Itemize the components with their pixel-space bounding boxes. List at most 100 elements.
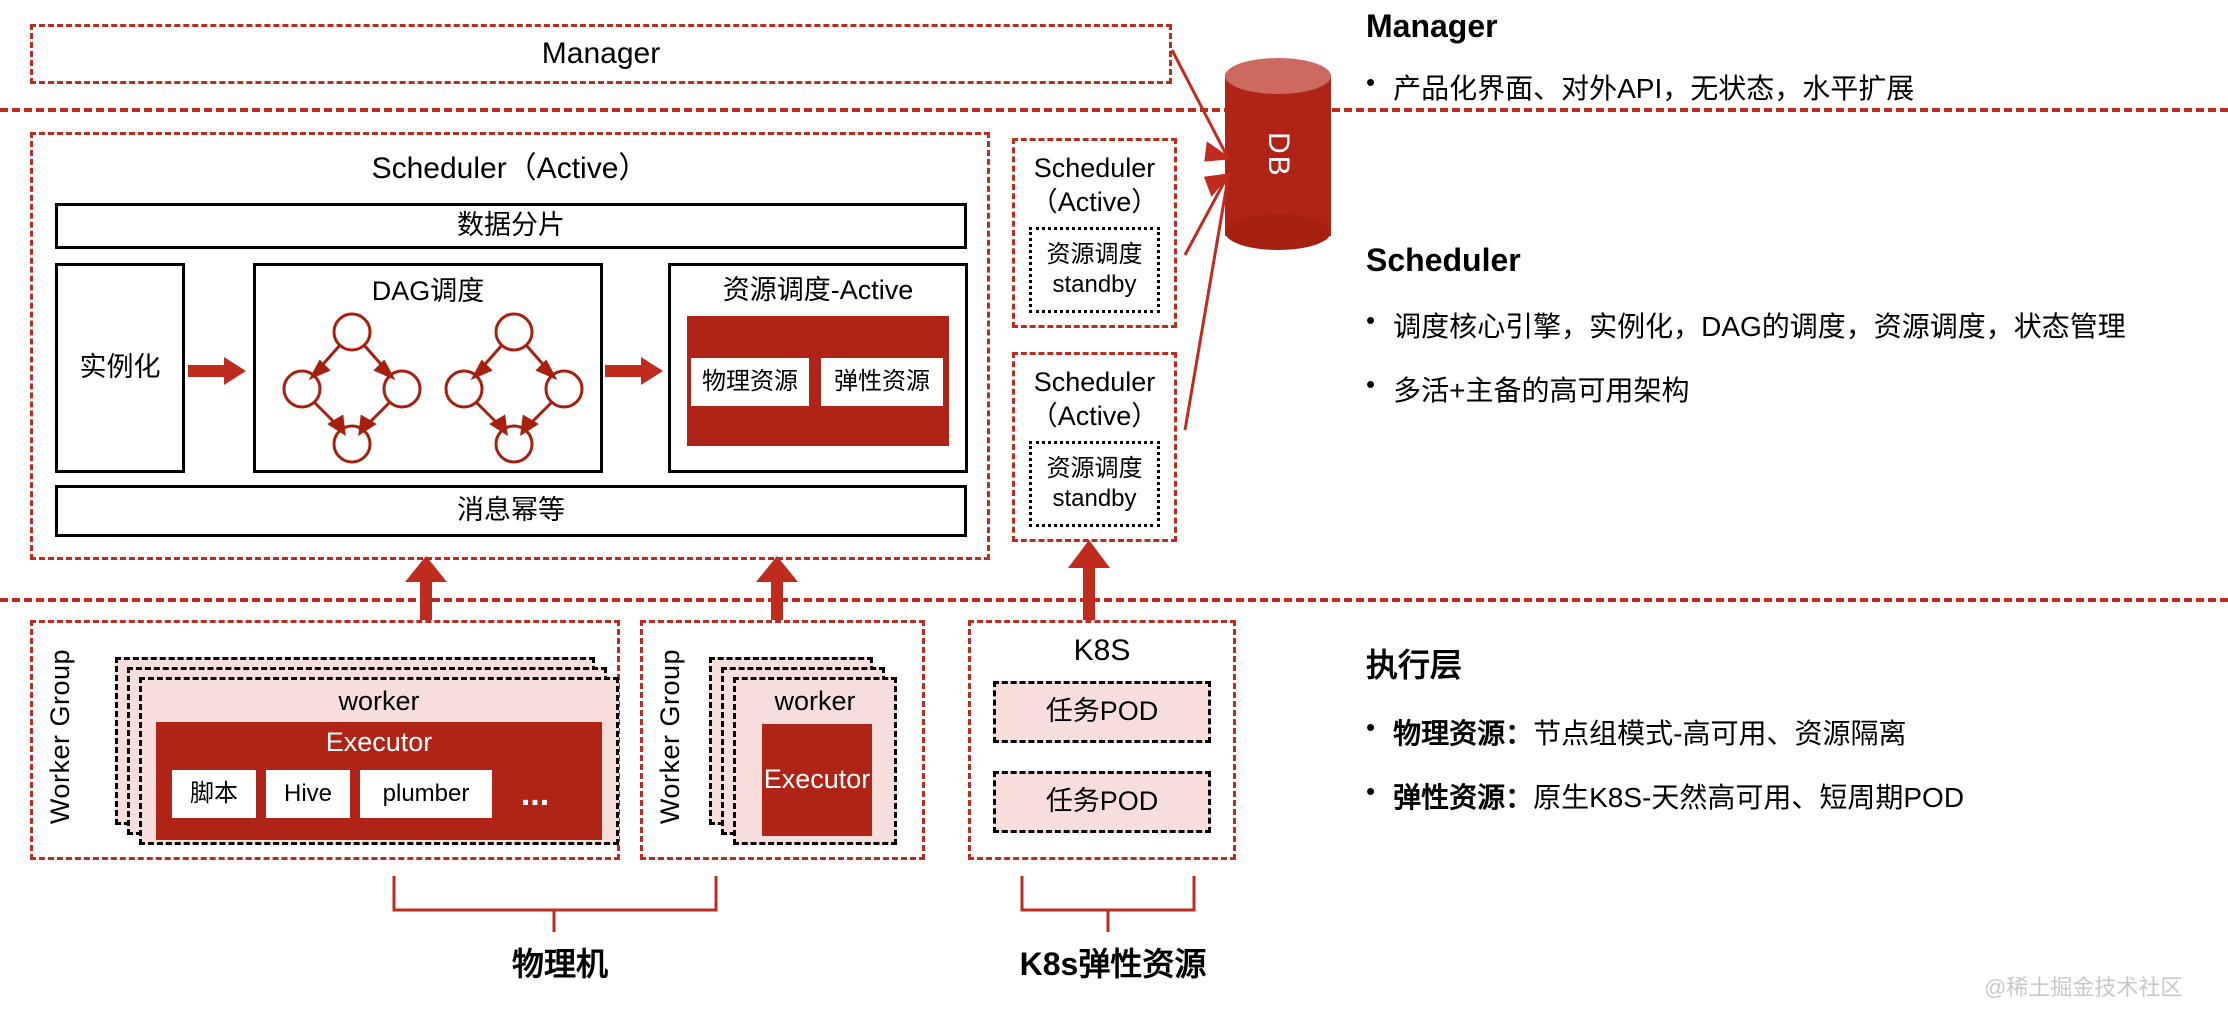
standby-1-title: Scheduler （Active）: [1015, 149, 1174, 223]
standby-1-inner-line2: standby: [1052, 271, 1137, 298]
worker-group-1[interactable]: Worker Group worker Executor 脚本 Hive plu…: [30, 620, 620, 860]
side-bullet-execution-1-wrap: 弹性资源：原生K8S-天然高可用、短周期POD: [1393, 776, 1964, 816]
side-heading-scheduler: Scheduler: [1366, 242, 1521, 278]
standby-2-inner-line2: standby: [1052, 485, 1137, 512]
worker-group-2-vertical-label: Worker Group: [649, 637, 691, 837]
brace-k8s-elastic: [1020, 876, 1196, 932]
scheduler-standby-box-1[interactable]: Scheduler （Active） 资源调度 standby: [1012, 138, 1177, 328]
side-bullet-scheduler-0-text: 调度核心引擎，实例化，DAG的调度，资源调度，状态管理: [1393, 311, 2126, 342]
standby-2-title-line2: （Active）: [1030, 401, 1159, 431]
task-type-hive[interactable]: Hive: [266, 770, 350, 818]
side-bullet-execution-1: • 弹性资源：原生K8S-天然高可用、短周期POD: [1366, 776, 2206, 816]
standby-1-inner-line1: 资源调度: [1046, 241, 1143, 268]
worker-group-label-2: Worker Group: [654, 649, 685, 825]
message-idempotent-box[interactable]: 消息幂等: [55, 485, 967, 537]
standby-2-title: Scheduler （Active）: [1015, 363, 1174, 437]
side-bullet-scheduler-1-text: 多活+主备的高可用架构: [1393, 375, 1690, 406]
arrow-instancing-to-dag: [188, 357, 246, 385]
dag-schedule-label: DAG调度: [371, 276, 485, 307]
task-type-ellipsis: ...: [500, 770, 570, 818]
side-bullet-execution-1-text: 原生K8S-天然高可用、短周期POD: [1533, 782, 1965, 813]
resource-schedule-active-box[interactable]: 资源调度-Active 物理资源 弹性资源: [668, 263, 968, 473]
bullet-dot-icon: •: [1366, 369, 1376, 399]
brace-physical-machines: [392, 876, 718, 932]
standby-2-inner-box[interactable]: 资源调度 standby: [1029, 441, 1160, 527]
physical-resource-box[interactable]: 物理资源: [691, 358, 809, 406]
message-idempotent-label: 消息幂等: [457, 495, 565, 526]
side-bullet-execution-1-bold: 弹性资源：: [1393, 782, 1534, 813]
k8s-box[interactable]: K8S 任务POD 任务POD: [968, 620, 1236, 860]
executor-title-1: Executor: [156, 724, 602, 762]
watermark: @稀土掘金技术社区: [1984, 970, 2182, 1002]
task-type-script[interactable]: 脚本: [172, 770, 256, 818]
elastic-resource-box[interactable]: 弹性资源: [821, 358, 943, 406]
arrow-dag-to-resource: [605, 357, 663, 385]
task-type-plumber[interactable]: plumber: [360, 770, 492, 818]
task-type-hive-label: Hive: [283, 780, 332, 807]
task-type-plumber-label: plumber: [382, 780, 470, 807]
executor-label-2: Executor: [763, 764, 871, 795]
side-bullet-execution-0: • 物理资源：节点组模式-高可用、资源隔离: [1366, 712, 2206, 752]
side-section-manager: Manager • 产品化界面、对外API，无状态，水平扩展: [1366, 8, 2206, 108]
worker-label-1: worker: [338, 686, 420, 717]
side-bullet-manager-0: • 产品化界面、对外API，无状态，水平扩展: [1366, 67, 2206, 107]
side-section-execution: 执行层 • 物理资源：节点组模式-高可用、资源隔离 • 弹性资源：原生K8S-天…: [1366, 640, 2206, 820]
side-bullet-execution-0-text: 节点组模式-高可用、资源隔离: [1533, 718, 1907, 749]
brace-label-k8s-text: K8s弹性资源: [1019, 946, 1207, 982]
task-pod-2[interactable]: 任务POD: [993, 771, 1211, 833]
brace-label-k8s: K8s弹性资源: [968, 940, 1258, 984]
brace-label-physical-text: 物理机: [511, 946, 608, 982]
elastic-resource-label: 弹性资源: [834, 368, 930, 395]
side-bullet-execution-0-bold: 物理资源：: [1393, 718, 1534, 749]
instancing-label: 实例化: [79, 352, 161, 383]
side-heading-manager: Manager: [1366, 8, 1498, 44]
side-bullet-manager-0-text: 产品化界面、对外API，无状态，水平扩展: [1393, 73, 1915, 104]
task-type-script-label: 脚本: [190, 780, 238, 807]
standby-2-inner-line1: 资源调度: [1046, 455, 1143, 482]
worker-title-1: worker: [142, 684, 616, 720]
dag-schedule-box[interactable]: DAG调度: [253, 263, 603, 473]
worker-label-2: worker: [774, 686, 856, 717]
k8s-title: K8S: [971, 631, 1233, 671]
resource-pool-fill: 物理资源 弹性资源: [687, 316, 949, 446]
task-pod-2-label: 任务POD: [1045, 786, 1159, 817]
bullet-dot-icon: •: [1366, 67, 1376, 97]
task-pod-1-label: 任务POD: [1045, 696, 1159, 727]
resource-schedule-title: 资源调度-Active: [671, 272, 965, 310]
bullet-dot-icon: •: [1366, 712, 1376, 742]
watermark-text: @稀土掘金技术社区: [1984, 975, 2183, 1000]
scheduler-active-title: Scheduler（Active）: [33, 147, 987, 191]
k8s-title-label: K8S: [1073, 634, 1131, 668]
standby-1-inner-box[interactable]: 资源调度 standby: [1029, 227, 1160, 313]
executor-label-1: Executor: [325, 727, 433, 758]
bullet-dot-icon: •: [1366, 305, 1376, 335]
scheduler-standby-box-2[interactable]: Scheduler （Active） 资源调度 standby: [1012, 352, 1177, 542]
scheduler-active-box[interactable]: Scheduler（Active） 数据分片 实例化 DAG调度 资源调度-Ac…: [30, 132, 990, 560]
dag-graph-1: [282, 312, 422, 464]
bullet-dot-icon: •: [1366, 776, 1376, 806]
worker-card-1[interactable]: worker Executor 脚本 Hive plumber ...: [139, 677, 619, 845]
side-bullet-scheduler-0: • 调度核心引擎，实例化，DAG的调度，资源调度，状态管理: [1366, 305, 2206, 345]
scheduler-active-title-text: Scheduler（Active）: [371, 152, 649, 186]
task-type-ellipsis-label: ...: [520, 774, 550, 813]
standby-2-title-line1: Scheduler: [1033, 367, 1156, 398]
standby-1-title-line2: （Active）: [1030, 187, 1159, 217]
instancing-box[interactable]: 实例化: [55, 263, 185, 473]
physical-resource-label: 物理资源: [702, 368, 798, 395]
executor-box-2[interactable]: Executor: [762, 724, 872, 836]
standby-1-title-line1: Scheduler: [1033, 153, 1156, 184]
brace-label-physical: 物理机: [390, 940, 730, 984]
side-heading-execution: 执行层: [1366, 647, 1463, 683]
side-section-scheduler: Scheduler • 调度核心引擎，实例化，DAG的调度，资源调度，状态管理 …: [1366, 242, 2206, 412]
executor-box-1[interactable]: Executor 脚本 Hive plumber ...: [156, 722, 602, 840]
dag-graph-2: [444, 312, 584, 464]
dag-schedule-title: DAG调度: [256, 274, 600, 310]
worker-card-2[interactable]: worker Executor: [733, 677, 897, 845]
data-sharding-box[interactable]: 数据分片: [55, 203, 967, 249]
worker-group-label-1: Worker Group: [44, 649, 75, 825]
worker-group-1-vertical-label: Worker Group: [39, 637, 81, 837]
side-bullet-scheduler-1: • 多活+主备的高可用架构: [1366, 369, 2206, 409]
task-pod-1[interactable]: 任务POD: [993, 681, 1211, 743]
worker-group-2[interactable]: Worker Group worker Executor: [640, 620, 925, 860]
resource-schedule-label: 资源调度-Active: [722, 275, 914, 306]
